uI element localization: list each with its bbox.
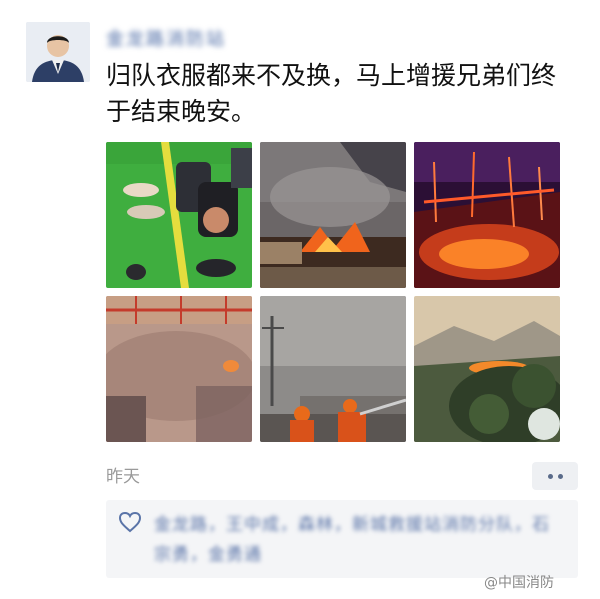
moments-post: 金龙路消防站 归队衣服都来不及换，马上增援兄弟们终于结束晚安。 昨天 金龙路，王… [0, 0, 600, 599]
more-dots-icon [547, 473, 563, 479]
post-text: 归队衣服都来不及换，马上增援兄弟们终于结束晚安。 [106, 61, 557, 126]
likes-panel: 金龙路，王中成，森林，新城救援站消防分队，石宗勇，金勇通 [106, 500, 578, 578]
photo-grid [106, 142, 560, 445]
photo-burning-building[interactable] [260, 142, 406, 288]
photo-firefighters-hosing[interactable] [260, 296, 406, 442]
avatar[interactable] [26, 22, 90, 82]
username[interactable]: 金龙路消防站 [106, 26, 226, 50]
photo-hillside-forest-fire[interactable] [414, 296, 560, 442]
post-timestamp: 昨天 [106, 467, 140, 487]
watermark: @中国消防 [484, 575, 554, 591]
username-text[interactable]: 金龙路消防站 [106, 25, 226, 51]
photo-night-forest-fire[interactable] [414, 142, 560, 288]
heart-icon [118, 511, 142, 533]
photo-smoky-hangar[interactable] [106, 296, 252, 442]
more-options-button[interactable] [532, 462, 578, 490]
photo-firefighter-gear-on-floor[interactable] [106, 142, 252, 288]
likes-names[interactable]: 金龙路，王中成，森林，新城救援站消防分队，石宗勇，金勇通 [154, 510, 564, 570]
